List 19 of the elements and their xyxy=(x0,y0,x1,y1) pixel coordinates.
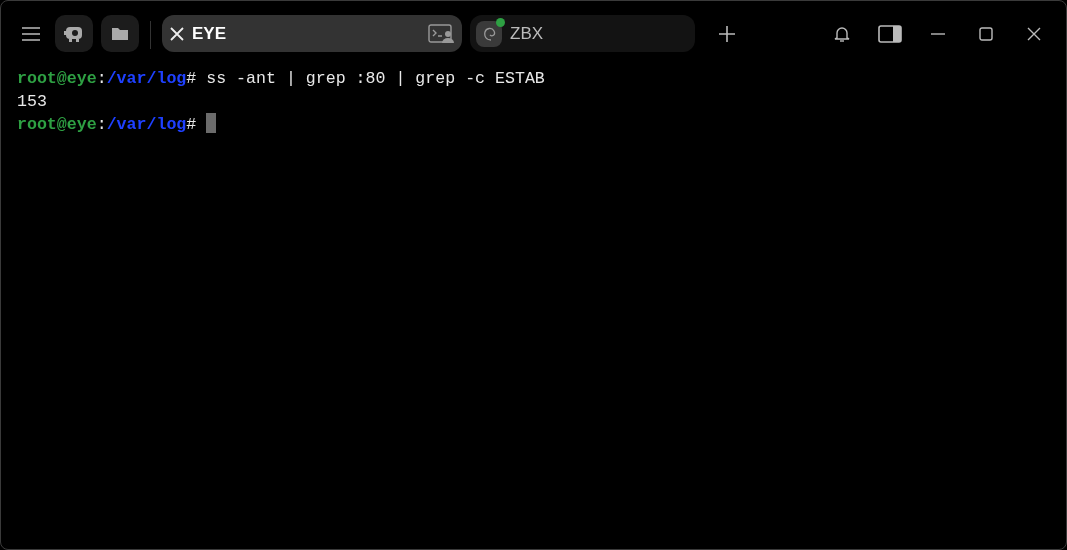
prompt-line: root@eye:/var/log# xyxy=(17,115,197,134)
robot-icon xyxy=(64,25,84,42)
minimize-icon xyxy=(931,32,945,35)
maximize-icon xyxy=(979,26,993,41)
files-button[interactable] xyxy=(101,15,139,52)
remote-session-icon xyxy=(428,23,454,44)
close-tab-icon xyxy=(170,26,184,41)
assistant-button[interactable] xyxy=(55,15,93,52)
swirl-icon xyxy=(482,25,496,42)
bell-icon xyxy=(834,24,850,43)
terminal-tab[interactable]: ZBX xyxy=(470,15,695,52)
sidebar-icon xyxy=(878,24,902,43)
menu-icon xyxy=(22,26,40,41)
close-icon xyxy=(1027,26,1041,41)
terminal-tab[interactable]: EYE xyxy=(162,15,462,52)
folder-icon xyxy=(112,27,128,40)
prompt-line: root@eye:/var/log# ss -ant | grep :80 | grep -c ESTAB xyxy=(17,69,545,88)
plus-icon xyxy=(719,25,735,42)
command-output: 153 xyxy=(17,92,47,111)
